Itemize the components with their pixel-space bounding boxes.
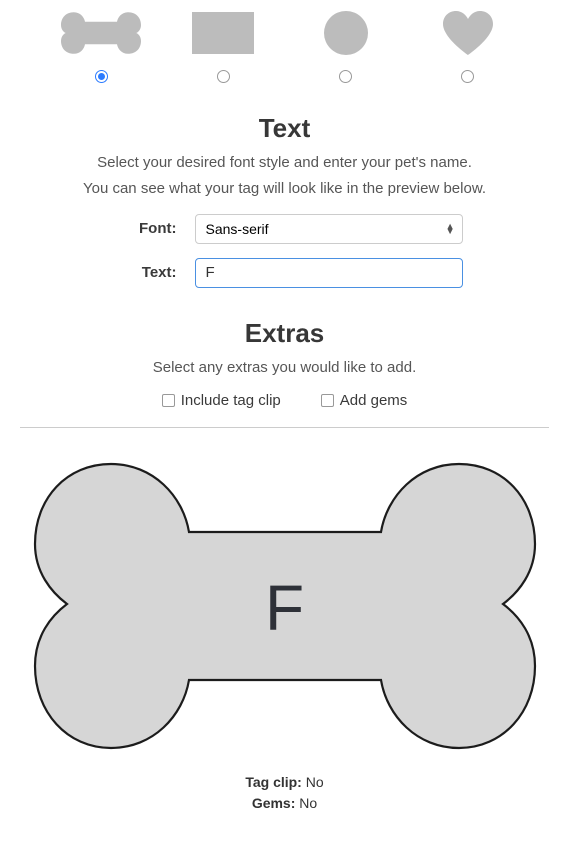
font-label: Font: bbox=[107, 220, 177, 237]
rectangle-icon bbox=[183, 8, 263, 58]
shape-option-bone[interactable] bbox=[51, 8, 151, 83]
text-label: Text: bbox=[107, 264, 177, 281]
divider bbox=[20, 427, 549, 428]
shape-selector bbox=[20, 8, 549, 83]
shape-radio-heart[interactable] bbox=[461, 70, 474, 83]
summary-tag-clip-label: Tag clip: bbox=[245, 774, 302, 790]
shape-option-circle[interactable] bbox=[296, 8, 396, 83]
shape-radio-circle[interactable] bbox=[339, 70, 352, 83]
shape-option-heart[interactable] bbox=[418, 8, 518, 83]
add-gems-checkbox[interactable]: Add gems bbox=[321, 392, 408, 409]
preview-text: F bbox=[265, 571, 304, 645]
heart-icon bbox=[428, 8, 508, 58]
summary-tag-clip-value: No bbox=[306, 774, 324, 790]
extras-heading: Extras bbox=[20, 318, 549, 349]
bone-icon bbox=[61, 8, 141, 58]
shape-radio-rectangle[interactable] bbox=[217, 70, 230, 83]
text-input[interactable] bbox=[195, 258, 463, 288]
tag-preview: F bbox=[20, 458, 549, 758]
font-select[interactable]: Sans-serif bbox=[195, 214, 463, 244]
circle-icon bbox=[306, 8, 386, 58]
include-tag-clip-checkbox[interactable]: Include tag clip bbox=[162, 392, 281, 409]
text-heading: Text bbox=[20, 113, 549, 144]
checkbox-icon bbox=[162, 394, 175, 407]
add-gems-label: Add gems bbox=[340, 392, 408, 409]
checkbox-icon bbox=[321, 394, 334, 407]
shape-option-rectangle[interactable] bbox=[173, 8, 273, 83]
text-desc-2: You can see what your tag will look like… bbox=[20, 178, 549, 200]
text-desc-1: Select your desired font style and enter… bbox=[20, 152, 549, 174]
include-tag-clip-label: Include tag clip bbox=[181, 392, 281, 409]
extras-desc: Select any extras you would like to add. bbox=[20, 357, 549, 379]
summary: Tag clip: No Gems: No bbox=[20, 772, 549, 814]
summary-gems-value: No bbox=[299, 795, 317, 811]
summary-gems-label: Gems: bbox=[252, 795, 296, 811]
shape-radio-bone[interactable] bbox=[95, 70, 108, 83]
